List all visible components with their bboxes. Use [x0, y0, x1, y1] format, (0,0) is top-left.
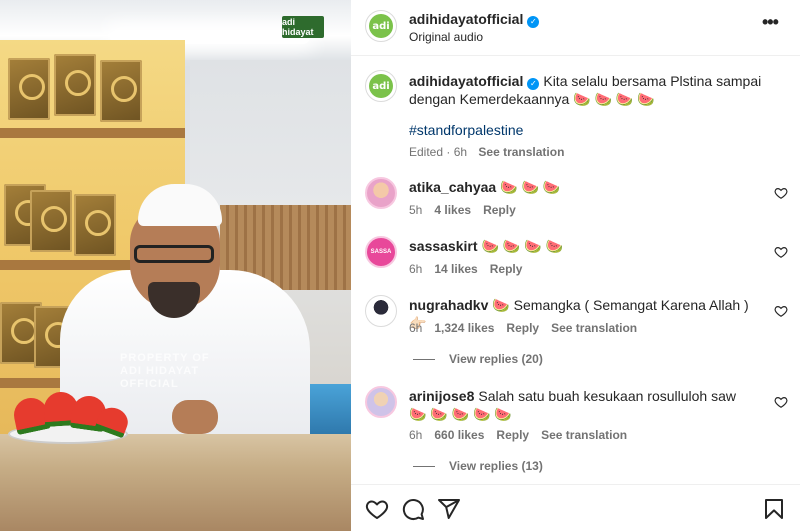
author-username-text: adihidayatofficial: [409, 11, 524, 27]
comment-text: atika_cahyaa 🍉 🍉 🍉: [409, 178, 769, 196]
comment-time: 6h: [409, 321, 423, 335]
comment-meta: 6h 1,324 likes Reply See translation: [409, 321, 649, 335]
video-person-hand: [172, 400, 218, 434]
author-username[interactable]: adihidayatofficial ✓: [409, 11, 540, 28]
book: [8, 58, 50, 120]
comment-likes[interactable]: 1,324 likes: [434, 321, 494, 335]
caption-see-translation[interactable]: See translation: [478, 145, 564, 159]
caption-edited-time: Edited · 6h: [409, 145, 468, 159]
caption-author-avatar[interactable]: adi: [365, 70, 397, 102]
comment-likes[interactable]: 4 likes: [434, 203, 471, 217]
comment-time: 6h: [409, 262, 423, 276]
comment-username[interactable]: sassaskirt: [409, 238, 478, 254]
more-options-icon[interactable]: •••: [762, 13, 782, 32]
caption: adihidayatofficial ✓ Kita selalu bersama P…: [409, 72, 789, 108]
author-avatar[interactable]: adi: [365, 10, 397, 42]
book: [100, 60, 142, 122]
comment-text: sassaskirt 🍉 🍉 🍉 🍉: [409, 237, 769, 255]
heart-icon[interactable]: [365, 497, 389, 521]
comment-icon[interactable]: [401, 497, 425, 521]
audio-label[interactable]: Original audio: [409, 30, 483, 44]
comment-likes[interactable]: 14 likes: [434, 262, 477, 276]
comment-body: 🍉 🍉 🍉 🍉: [481, 238, 563, 254]
verified-badge-icon: ✓: [527, 16, 540, 28]
view-replies-label: View replies (13): [449, 459, 543, 473]
comment-see-translation[interactable]: See translation: [541, 428, 627, 442]
caption-meta: Edited · 6h See translation: [409, 145, 564, 159]
author-logo: adi: [369, 14, 393, 38]
comment-see-translation[interactable]: See translation: [551, 321, 637, 335]
bookmark-icon[interactable]: [762, 497, 786, 521]
caption-hashtag[interactable]: #standforpalestine: [409, 122, 523, 138]
view-replies-button[interactable]: View replies (20): [413, 352, 543, 366]
comment-time: 6h: [409, 428, 423, 442]
comment-text: arinijose8 Salah satu buah kesukaan rosul…: [409, 387, 739, 423]
comment-username[interactable]: arinijose8: [409, 388, 474, 404]
comment-meta: 6h 14 likes Reply: [409, 262, 534, 276]
video-watermark: PROPERTY OF ADI HIDAYAT OFFICIAL: [120, 352, 210, 390]
comment-avatar[interactable]: [365, 386, 397, 418]
comment-reply-button[interactable]: Reply: [483, 203, 516, 217]
book: [74, 194, 116, 256]
comment-avatar[interactable]: SASSA: [365, 236, 397, 268]
book: [30, 190, 72, 252]
comment-likes[interactable]: 660 likes: [434, 428, 484, 442]
post-action-bar: [351, 484, 800, 531]
comment-meta: 5h 4 likes Reply: [409, 203, 528, 217]
comment-avatar[interactable]: [365, 177, 397, 209]
post-header: adi adihidayatofficial ✓ Original audio •…: [351, 0, 800, 56]
comment-reply-button[interactable]: Reply: [496, 428, 529, 442]
replies-divider: [413, 359, 435, 361]
comment-avatar[interactable]: [365, 295, 397, 327]
comment-meta: 6h 660 likes Reply See translation: [409, 428, 639, 442]
verified-badge-icon: ✓: [527, 78, 540, 90]
post-side-panel: adi adihidayatofficial ✓ Original audio •…: [351, 0, 800, 531]
shelf: [0, 128, 185, 138]
view-replies-label: View replies (20): [449, 352, 543, 366]
video-counter: [0, 434, 351, 531]
comment-like-heart-icon[interactable]: [774, 304, 788, 318]
post-video[interactable]: PROPERTY OF ADI HIDAYAT OFFICIAL adi hid…: [0, 0, 351, 531]
comment-like-heart-icon[interactable]: [774, 186, 788, 200]
replies-divider: [413, 466, 435, 468]
video-person-glasses: [134, 245, 214, 263]
comment-reply-button[interactable]: Reply: [506, 321, 539, 335]
book: [54, 54, 96, 116]
caption-username[interactable]: adihidayatofficial: [409, 73, 523, 89]
share-icon[interactable]: [437, 497, 461, 521]
comment-like-heart-icon[interactable]: [774, 395, 788, 409]
comment-username[interactable]: nugrahadkv: [409, 297, 488, 313]
caption-author-logo: adi: [369, 74, 393, 98]
view-replies-button[interactable]: View replies (13): [413, 459, 543, 473]
comment-body: 🍉 🍉 🍉: [500, 179, 561, 195]
video-corner-logo: adi hidayat: [282, 16, 324, 38]
comment-time: 5h: [409, 203, 423, 217]
comment-like-heart-icon[interactable]: [774, 245, 788, 259]
comment-reply-button[interactable]: Reply: [490, 262, 523, 276]
comment-username[interactable]: atika_cahyaa: [409, 179, 496, 195]
video-wall: [190, 60, 351, 210]
